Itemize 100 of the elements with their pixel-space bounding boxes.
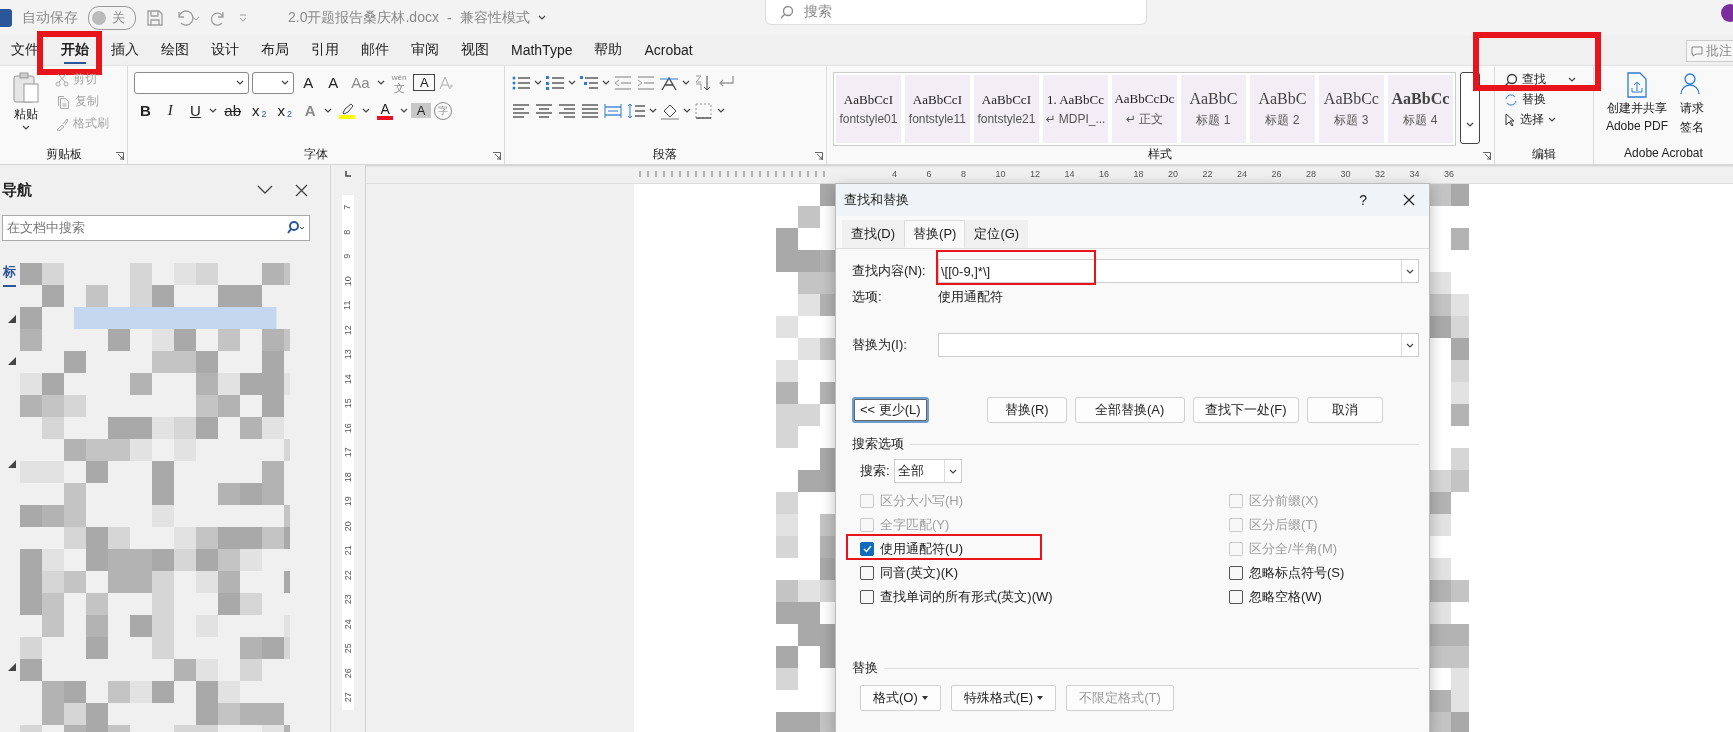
tab-stop-icon[interactable] [344, 170, 352, 178]
align-right-icon[interactable] [557, 101, 577, 120]
search-direction-label: 搜索: [860, 462, 890, 480]
multilevel-list-icon[interactable] [579, 73, 599, 92]
paste-button[interactable]: 粘贴 [6, 70, 46, 146]
dialog-button[interactable]: 替换(R) [986, 397, 1067, 423]
shrink-font-button[interactable]: A [322, 73, 345, 92]
style-item[interactable]: AaBbCcI fontstyle01 [835, 75, 901, 143]
find-button[interactable]: 查找 [1500, 70, 1579, 89]
bold-button[interactable]: B [134, 101, 157, 120]
distribute-icon[interactable] [603, 101, 623, 120]
grow-font-button[interactable]: A [297, 73, 320, 92]
collapse-triangle-icon[interactable] [8, 315, 16, 323]
dialog-launcher-icon[interactable] [116, 152, 125, 160]
collapse-triangle-icon[interactable] [8, 357, 16, 365]
underline-button[interactable]: U [184, 101, 207, 120]
ruler-number: 26 [1271, 169, 1283, 179]
menu-tab[interactable]: 布局 [250, 37, 300, 63]
caret-icon [1406, 268, 1414, 274]
option-checkbox[interactable]: 查找单词的所有形式(英文)(W) [860, 587, 1053, 607]
menu-tab[interactable]: 邮件 [350, 37, 400, 63]
dialog-tab[interactable]: 定位(G) [965, 220, 1029, 248]
line-spacing-icon[interactable] [626, 101, 646, 120]
ruler-number: 32 [1375, 169, 1386, 179]
dialog-button[interactable]: 取消 [1306, 397, 1383, 423]
menu-tab[interactable]: 开始 [50, 37, 100, 63]
option-checkbox[interactable]: 同音(英文)(K) [860, 563, 958, 583]
menu-tab[interactable]: Acrobat [633, 38, 704, 62]
headings-tab[interactable]: 标 [3, 263, 16, 287]
menu-tab[interactable]: 引用 [300, 37, 350, 63]
format-button[interactable]: 格式(O) [860, 685, 941, 711]
search-icon[interactable] [287, 221, 305, 235]
check-icon [862, 545, 872, 553]
menu-tab[interactable]: 审阅 [400, 37, 450, 63]
option-checkbox[interactable]: 使用通配符(U) [860, 539, 964, 559]
character-border-button[interactable]: A [413, 74, 436, 91]
italic-button[interactable]: I [159, 101, 182, 120]
menu-tab[interactable]: 文件 [0, 37, 50, 63]
help-button[interactable]: ? [1359, 192, 1367, 208]
more-styles-button[interactable] [1459, 72, 1480, 144]
request-signature-button[interactable]: 请求 签名 [1673, 70, 1710, 146]
menu-tab[interactable]: 设计 [200, 37, 250, 63]
replace-button[interactable]: 替换 [1500, 90, 1579, 109]
menu-tab[interactable]: MathType [500, 38, 584, 62]
dialog-launcher-icon[interactable] [814, 152, 823, 160]
search-field[interactable]: 搜索 [765, 0, 1147, 25]
script-button[interactable]: x$_{2}$ [248, 101, 271, 120]
search-direction-select[interactable]: 全部 [893, 459, 962, 483]
numbered-list-icon[interactable] [545, 73, 565, 92]
option-checkbox[interactable]: 忽略标点符号(S) [1229, 563, 1345, 583]
borders-icon[interactable] [694, 101, 714, 120]
close-icon[interactable] [1403, 194, 1415, 206]
style-item[interactable]: AaBbC 标题 2 [1249, 75, 1315, 143]
menu-tab[interactable]: 插入 [100, 37, 150, 63]
dialog-launcher-icon[interactable] [493, 152, 501, 160]
menu-tab[interactable]: 帮助 [583, 37, 634, 63]
dialog-tab[interactable]: 替换(P) [904, 220, 966, 248]
comment-button[interactable]: 批注 [1686, 40, 1733, 62]
document-search-field[interactable]: 在文档中搜索 [2, 215, 310, 241]
ruler-number: 17 [342, 447, 354, 458]
chevron-down-icon[interactable] [257, 185, 273, 195]
font-size-field[interactable] [252, 71, 295, 94]
find-field[interactable]: \[[0-9,]*\] [938, 259, 1419, 283]
select-button[interactable]: 选择 [1500, 110, 1579, 129]
style-item[interactable]: AaBbCcDc ↵ 正文 [1111, 75, 1177, 143]
style-item[interactable]: AaBbCcI fontstyle11 [904, 75, 970, 143]
style-item[interactable]: 1. AaBbCc ↵ MDPI_... [1042, 75, 1108, 143]
customize-toolbar-icon[interactable] [238, 12, 248, 23]
align-left-icon[interactable] [511, 101, 531, 120]
ruler-number: 9 [342, 253, 354, 259]
dialog-launcher-icon[interactable] [1482, 152, 1491, 160]
save-icon[interactable] [146, 8, 164, 27]
menu-tab[interactable]: 绘图 [150, 37, 200, 63]
collapse-triangle-icon[interactable] [8, 460, 16, 468]
format-button[interactable]: 特殊格式(E) [950, 685, 1057, 711]
replace-icon [1503, 92, 1518, 107]
strikethrough-button[interactable]: ab [220, 101, 246, 120]
justify-icon[interactable] [580, 101, 600, 120]
align-center-icon[interactable] [534, 101, 554, 120]
style-item[interactable]: AaBbCc 标题 3 [1318, 75, 1384, 143]
dialog-button[interactable]: 查找下一处(F) [1192, 397, 1299, 423]
search-icon [1503, 72, 1518, 87]
ruler-number: 24 [1237, 169, 1248, 179]
option-checkbox[interactable]: 忽略空格(W) [1229, 587, 1322, 607]
style-item[interactable]: AaBbC 标题 1 [1180, 75, 1246, 143]
replace-field[interactable] [938, 333, 1419, 357]
dialog-tab[interactable]: 查找(D) [842, 220, 905, 248]
close-icon[interactable] [295, 183, 308, 197]
dialog-button[interactable]: << 更少(L) [852, 397, 929, 423]
create-pdf-button[interactable]: 创建并共享 Adobe PDF [1599, 70, 1674, 146]
style-item[interactable]: AaBbCc 标题 4 [1387, 75, 1453, 143]
menu-tab[interactable]: 视图 [450, 37, 500, 63]
character-shading-button[interactable]: A [411, 103, 432, 118]
font-color-button[interactable]: A [373, 100, 398, 121]
style-item[interactable]: AaBbCcI fontstyle21 [973, 75, 1039, 143]
caret-icon [376, 80, 385, 85]
collapse-triangle-icon[interactable] [8, 663, 16, 671]
sort-icon[interactable] [693, 73, 713, 92]
font-name-field[interactable] [134, 71, 250, 94]
dialog-button[interactable]: 全部替换(A) [1074, 397, 1185, 423]
